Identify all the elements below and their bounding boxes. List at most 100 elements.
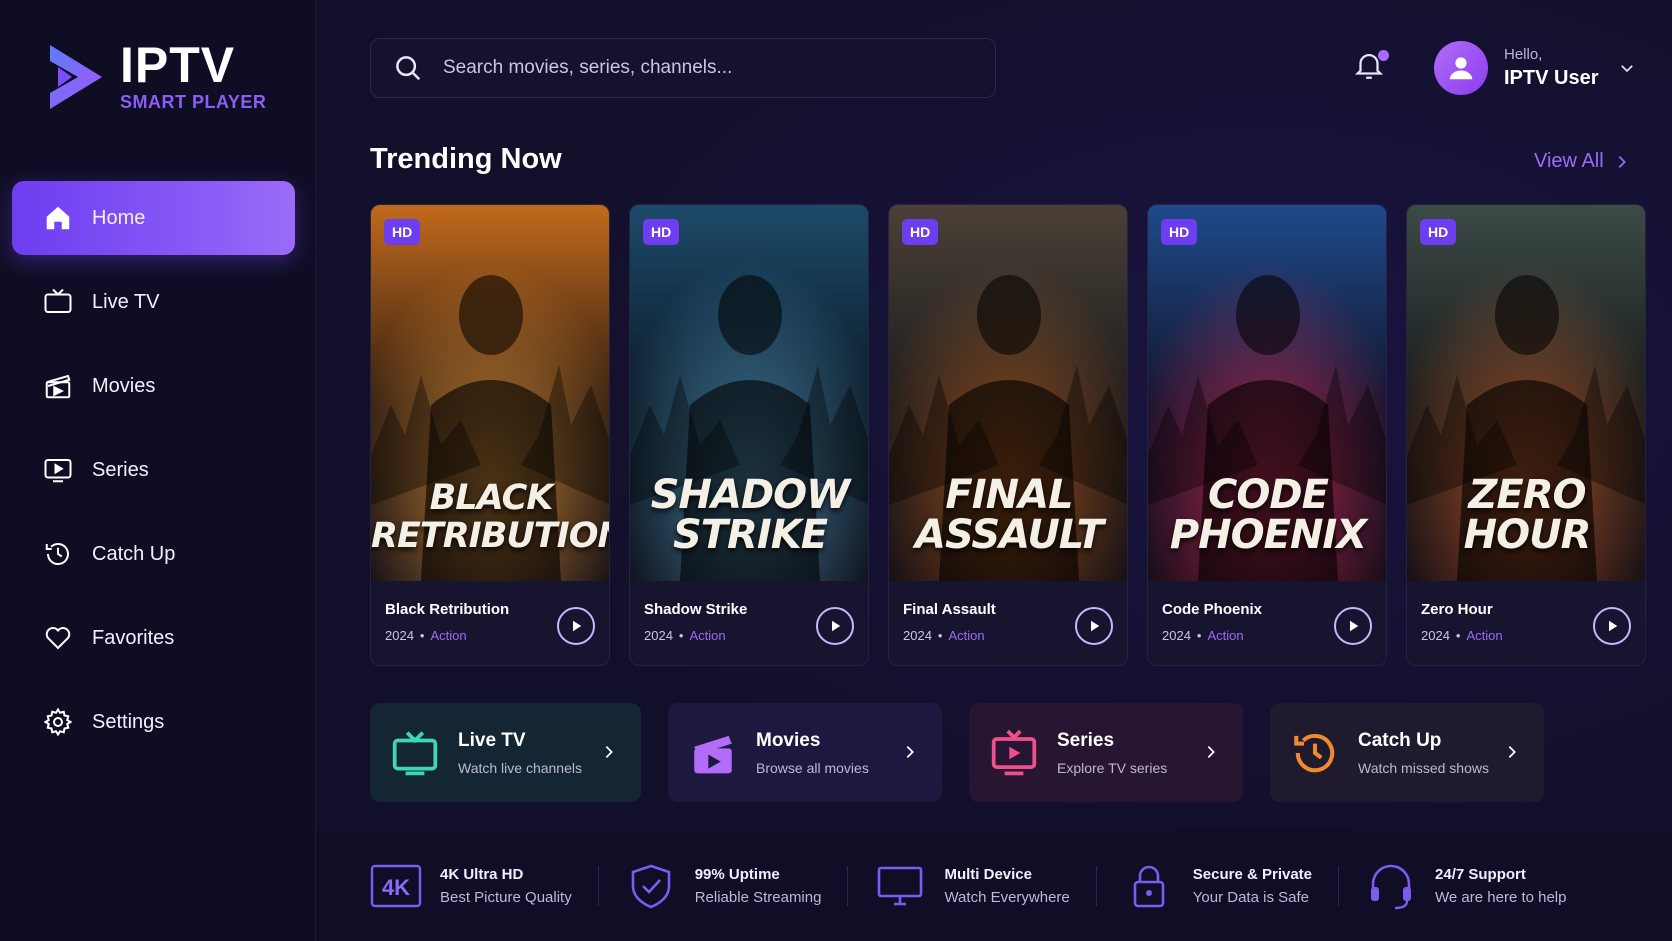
view-all-label: View All <box>1534 150 1604 172</box>
sidebar-item-label: Movies <box>92 374 156 397</box>
movie-poster: HD BLACK RETRIBUTION <box>371 205 609 581</box>
feature-subtitle: Reliable Streaming <box>694 888 822 906</box>
feature-subtitle: Your Data is Safe <box>1192 888 1309 906</box>
user-menu[interactable]: Hello, IPTV User <box>1434 41 1636 95</box>
movie-meta: 2024 • Action <box>1162 628 1262 643</box>
play-screen-icon <box>42 454 74 486</box>
poster-title: CODE PHOENIX <box>1148 475 1386 558</box>
movie-poster: HD SHADOW STRIKE <box>630 205 868 581</box>
hd-badge: HD <box>1420 219 1457 245</box>
quick-link-subtitle: Explore TV series <box>1057 759 1168 776</box>
play-icon <box>832 620 841 632</box>
quick-link-title: Series <box>1057 729 1115 751</box>
quick-link-catch-up[interactable]: Catch Up Watch missed shows <box>1270 703 1544 802</box>
quick-link-title: Movies <box>756 729 821 751</box>
play-button[interactable] <box>1075 607 1113 645</box>
play-button[interactable] <box>816 607 854 645</box>
search-input[interactable] <box>443 57 943 79</box>
sidebar-item-catch-up[interactable]: Catch Up <box>12 517 295 591</box>
movie-year: 2024 <box>1162 628 1191 643</box>
heart-icon <box>42 622 74 654</box>
movie-year: 2024 <box>903 628 932 643</box>
chevron-right-icon <box>1508 746 1516 758</box>
movie-card[interactable]: HD CODE PHOENIX Code Phoenix 2024 • Action <box>1147 204 1387 666</box>
quick-link-title: Live TV <box>458 729 526 751</box>
meta-separator: • <box>1455 628 1461 643</box>
sidebar-item-live-tv[interactable]: Live TV <box>12 265 295 339</box>
movie-title: Final Assault <box>903 601 996 618</box>
play-icon <box>573 620 582 632</box>
search-bar[interactable] <box>370 38 996 98</box>
sidebar-item-label: Favorites <box>92 626 175 649</box>
poster-title: BLACK RETRIBUTION <box>371 478 609 555</box>
feature-subtitle: Best Picture Quality <box>440 888 572 906</box>
movie-title: Code Phoenix <box>1162 601 1263 618</box>
movie-year: 2024 <box>385 628 414 643</box>
poster-title: SHADOW STRIKE <box>630 475 868 555</box>
sidebar-item-series[interactable]: Series <box>12 433 295 507</box>
meta-separator: • <box>678 628 684 643</box>
play-button[interactable] <box>557 607 595 645</box>
chevron-right-icon <box>906 746 914 758</box>
app-subtitle: SMART PLAYER <box>120 92 267 112</box>
headset-icon <box>1371 864 1412 909</box>
clapperboard-icon <box>42 370 74 402</box>
feature-title: Secure & Private <box>1192 865 1313 883</box>
poster-title-line: ASSAULT <box>915 512 1104 558</box>
chevron-right-icon <box>605 746 613 758</box>
sidebar-item-movies[interactable]: Movies <box>12 349 295 423</box>
movie-genre: Action <box>1466 628 1503 643</box>
sidebar-item-home[interactable]: Home <box>12 181 295 255</box>
lock-icon <box>1133 865 1165 907</box>
view-all-link[interactable]: View All <box>1534 150 1630 173</box>
quick-link-live-tv[interactable]: Live TV Watch live channels <box>370 703 641 802</box>
movie-card[interactable]: HD FINAL ASSAULT Final Assault 2024 • Actio… <box>888 204 1128 666</box>
notification-dot <box>1378 50 1389 61</box>
avatar <box>1434 41 1488 95</box>
main-content: Hello, IPTV User Trending Now View All H… <box>316 0 1672 941</box>
sidebar-item-settings[interactable]: Settings <box>12 685 295 759</box>
movie-card[interactable]: HD BLACK RETRIBUTION Black Retribution 20… <box>370 204 610 666</box>
movie-genre: Action <box>1207 628 1244 643</box>
play-screen-icon <box>991 729 1037 775</box>
movie-genre: Action <box>430 628 467 643</box>
search-icon <box>396 56 421 81</box>
hd-badge: HD <box>1161 219 1198 245</box>
quick-link-series[interactable]: Series Explore TV series <box>969 703 1243 802</box>
movie-genre: Action <box>948 628 985 643</box>
chevron-right-icon <box>1618 155 1626 168</box>
section-title-trending: Trending Now <box>370 143 562 175</box>
history-icon <box>1294 733 1335 772</box>
sidebar-nav: Home Live TV Movies Series Catch Up Favo… <box>12 181 295 769</box>
sidebar-item-favorites[interactable]: Favorites <box>12 601 295 675</box>
feature-badge: 4K <box>382 875 410 900</box>
4k-icon: 4K <box>370 864 422 907</box>
movie-title: Zero Hour <box>1421 601 1493 618</box>
play-button[interactable] <box>1593 607 1631 645</box>
feature-item: 99% Uptime Reliable Streaming <box>625 856 822 916</box>
quick-link-movies[interactable]: Movies Browse all movies <box>668 703 942 802</box>
app-logo[interactable]: IPTV SMART PLAYER <box>44 40 266 113</box>
quick-link-title: Catch Up <box>1358 729 1442 751</box>
feature-title: 4K Ultra HD <box>440 865 524 883</box>
notification-button[interactable] <box>1352 48 1392 88</box>
movie-year: 2024 <box>1421 628 1450 643</box>
meta-separator: • <box>419 628 425 643</box>
sidebar-item-label: Home <box>92 206 146 229</box>
play-icon <box>1091 620 1100 632</box>
feature-title: 24/7 Support <box>1435 865 1526 883</box>
movie-year: 2024 <box>644 628 673 643</box>
username: IPTV User <box>1504 67 1599 89</box>
poster-title-line: PHOENIX <box>1169 512 1367 558</box>
play-button[interactable] <box>1334 607 1372 645</box>
movie-title: Black Retribution <box>385 601 510 618</box>
sidebar: IPTV SMART PLAYER Home Live TV Movies Se… <box>0 0 316 941</box>
movie-poster: HD ZERO HOUR <box>1407 205 1645 581</box>
chevron-down-icon[interactable] <box>1618 59 1636 77</box>
poster-title-line: BLACK <box>429 478 554 518</box>
poster-title: ZERO HOUR <box>1407 475 1645 555</box>
movie-card[interactable]: HD SHADOW STRIKE Shadow Strike 2024 • Actio… <box>629 204 869 666</box>
movie-card[interactable]: HD ZERO HOUR Zero Hour 2024 • Action <box>1406 204 1646 666</box>
feature-item: Multi Device Watch Everywhere <box>874 856 1070 916</box>
feature-divider <box>1338 865 1340 906</box>
